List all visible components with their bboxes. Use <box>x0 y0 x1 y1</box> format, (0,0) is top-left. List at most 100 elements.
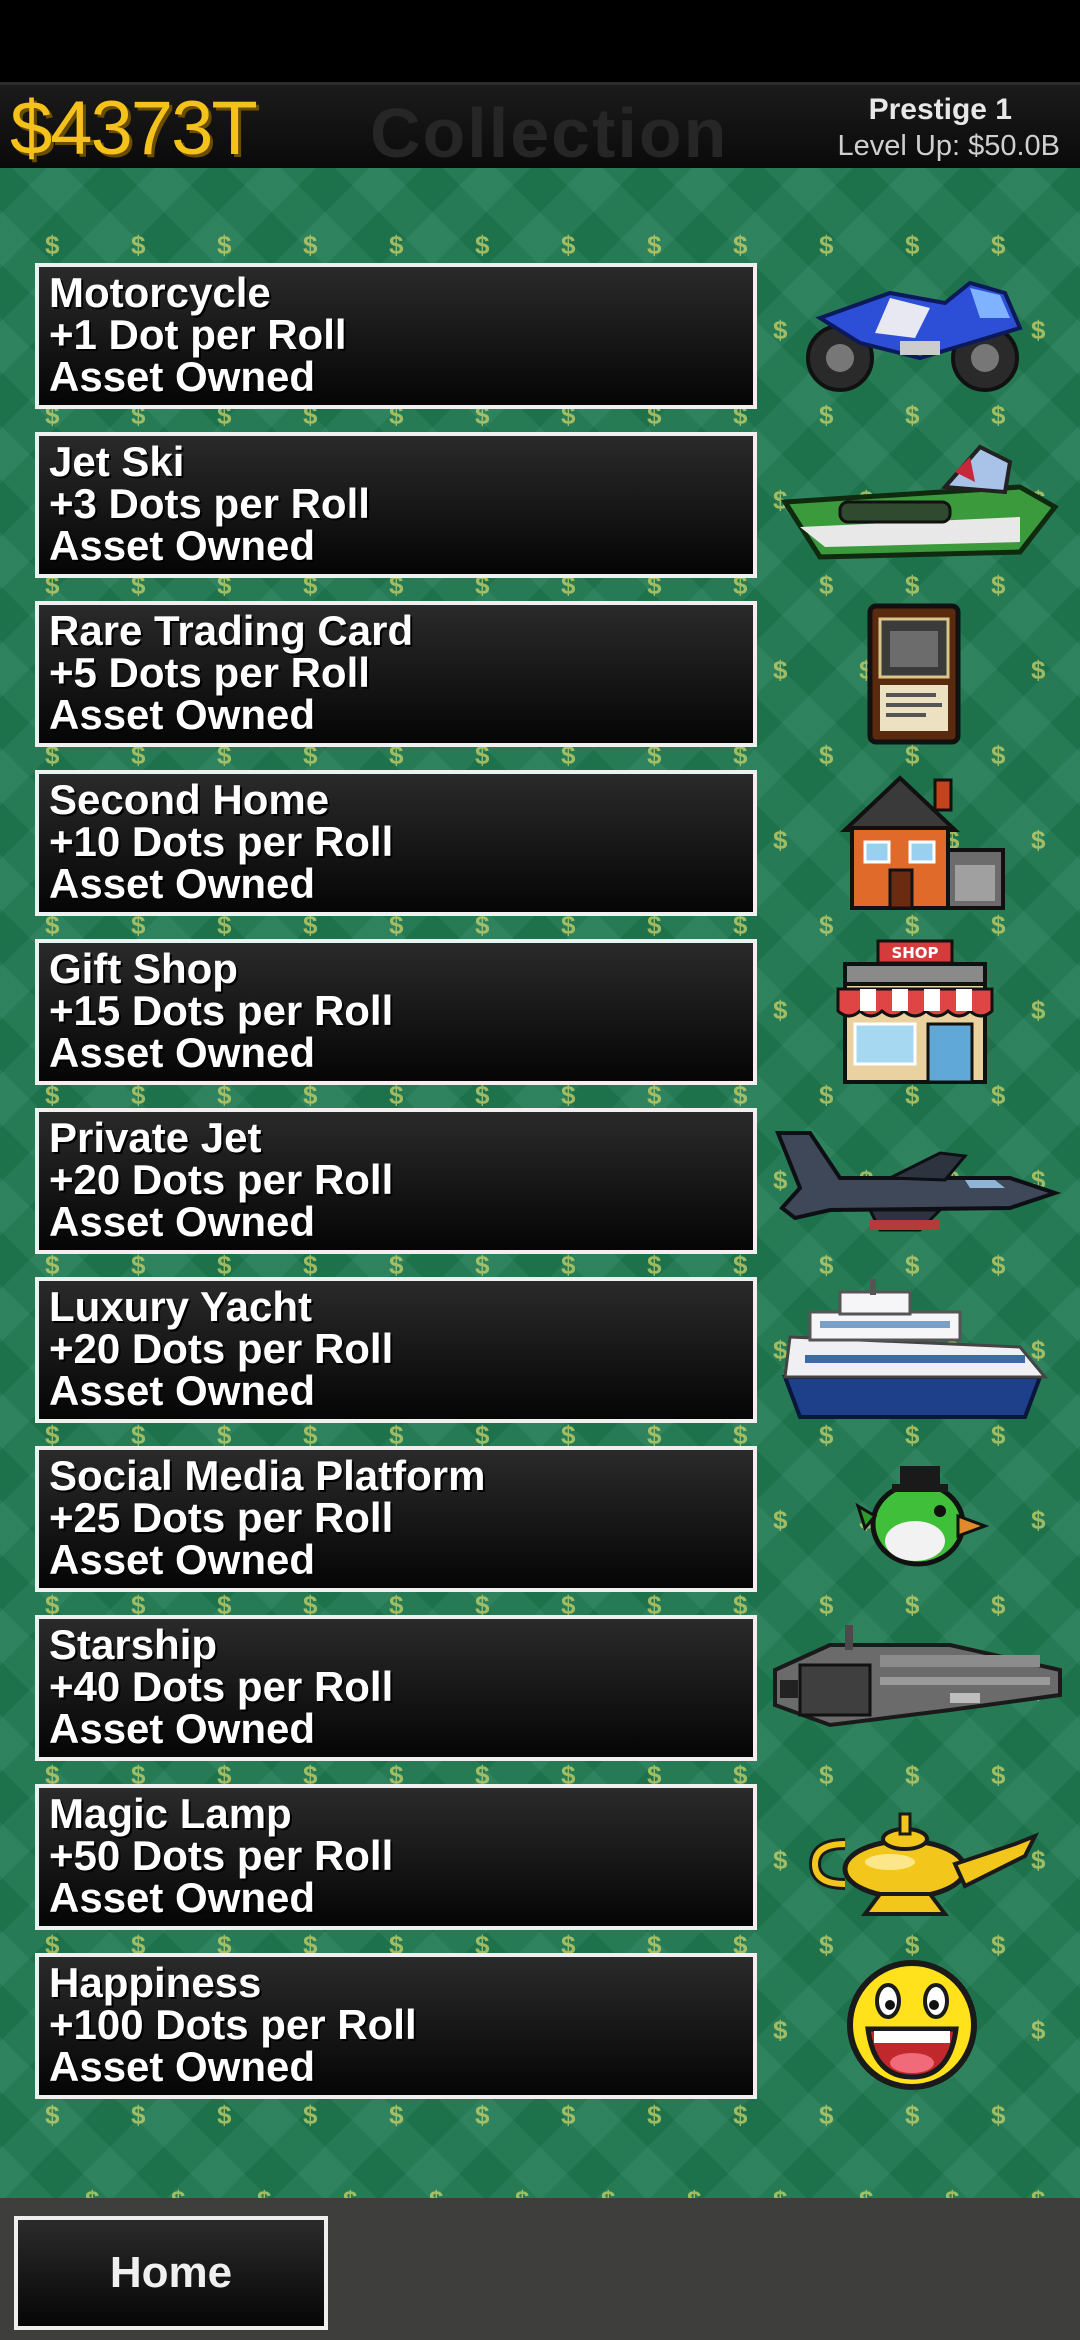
asset-bonus: +10 Dots per Roll <box>49 818 394 865</box>
jet-icon <box>775 1131 1062 1232</box>
dollar-pattern-icon: $ <box>303 230 318 260</box>
smiley-face-icon <box>847 1960 977 2090</box>
asset-status: Asset Owned <box>49 353 316 400</box>
dollar-pattern-icon: $ <box>733 2100 748 2130</box>
asset-status: Asset Owned <box>49 522 316 569</box>
jet-ski-icon <box>780 444 1059 560</box>
home-button[interactable]: Home <box>14 2216 328 2330</box>
bird-icon <box>855 1466 990 1567</box>
asset-bonus: +3 Dots per Roll <box>49 480 370 527</box>
asset-bonus: +100 Dots per Roll <box>49 2001 417 2048</box>
dollar-pattern-icon: $ <box>601 2185 615 2198</box>
asset-row-second-home[interactable]: Second Home +10 Dots per Roll Asset Owne… <box>0 770 1080 916</box>
asset-row-private-jet[interactable]: Private Jet +20 Dots per Roll Asset Owne… <box>0 1108 1080 1254</box>
asset-row-social-media-platform[interactable]: Social Media Platform +25 Dots per Roll … <box>0 1446 1080 1592</box>
asset-row-starship[interactable]: Starship +40 Dots per Roll Asset Owned <box>0 1615 1080 1761</box>
dollar-pattern-icon: $ <box>45 2100 60 2130</box>
asset-name: Luxury Yacht <box>49 1283 312 1330</box>
collection-list[interactable]: $ $ $ $ $ $ $ $ $ $ $ $ $ $ $ $ $ $ $ $ $ $ $ $ $ $ $ $ $ $ $ $ $ $ $ $ $ $ $ $… <box>0 168 1080 2198</box>
asset-card[interactable]: Social Media Platform +25 Dots per Roll … <box>35 1446 757 1592</box>
asset-name: Starship <box>49 1621 218 1668</box>
prestige-level: Prestige 1 <box>640 93 1012 127</box>
asset-row-jet-ski[interactable]: Jet Ski +3 Dots per Roll Asset Owned <box>0 432 1080 578</box>
status-bar <box>0 0 1080 82</box>
dollar-pattern-icon: $ <box>217 230 232 260</box>
dollar-pattern-icon: $ <box>217 2100 232 2130</box>
money-counter: $4373T <box>10 86 258 171</box>
asset-name: Social Media Platform <box>49 1452 486 1499</box>
asset-row-gift-shop[interactable]: Gift Shop +15 Dots per Roll Asset Owned … <box>0 939 1080 1085</box>
svg-text:SHOP: SHOP <box>891 944 938 962</box>
asset-card[interactable]: Luxury Yacht +20 Dots per Roll Asset Own… <box>35 1277 757 1423</box>
dollar-pattern-icon: $ <box>561 2100 576 2130</box>
dollar-pattern-icon: $ <box>905 230 920 260</box>
dollar-pattern-icon: $ <box>819 230 834 260</box>
dollar-pattern-icon: $ <box>991 230 1006 260</box>
asset-card[interactable]: Happiness +100 Dots per Roll Asset Owned <box>35 1953 757 2099</box>
dollar-pattern-icon: $ <box>515 2185 529 2198</box>
asset-status: Asset Owned <box>49 1705 316 1752</box>
asset-name: Gift Shop <box>49 945 238 992</box>
starship-icon <box>773 1625 1062 1728</box>
asset-name: Happiness <box>49 1959 262 2006</box>
asset-bonus: +15 Dots per Roll <box>49 987 394 1034</box>
asset-card[interactable]: Magic Lamp +50 Dots per Roll Asset Owned <box>35 1784 757 1930</box>
asset-card[interactable]: Private Jet +20 Dots per Roll Asset Owne… <box>35 1108 757 1254</box>
dollar-pattern-icon: $ <box>429 2185 443 2198</box>
asset-bonus: +20 Dots per Roll <box>49 1325 394 1372</box>
level-up-cost: Level Up: $50.0B <box>837 130 1060 162</box>
asset-bonus: +20 Dots per Roll <box>49 1156 394 1203</box>
dollar-pattern-icon: $ <box>859 2185 873 2198</box>
dollar-pattern-icon: $ <box>733 230 748 260</box>
dollar-pattern-icon: $ <box>819 2100 834 2130</box>
asset-bonus: +40 Dots per Roll <box>49 1663 394 1710</box>
dollar-pattern-icon: $ <box>687 2185 701 2198</box>
dollar-pattern-icon: $ <box>85 2185 99 2198</box>
asset-bonus: +1 Dot per Roll <box>49 311 347 358</box>
asset-bonus: +5 Dots per Roll <box>49 649 370 696</box>
dollar-pattern-icon: $ <box>389 2100 404 2130</box>
magic-lamp-icon <box>808 1812 1040 1916</box>
asset-status: Asset Owned <box>49 1198 316 1245</box>
asset-status: Asset Owned <box>49 1367 316 1414</box>
dollar-pattern-icon: $ <box>905 2100 920 2130</box>
asset-row-happiness[interactable]: Happiness +100 Dots per Roll Asset Owned <box>0 1953 1080 2099</box>
dollar-pattern-icon: $ <box>131 2100 146 2130</box>
asset-card[interactable]: Starship +40 Dots per Roll Asset Owned <box>35 1615 757 1761</box>
dollar-pattern-icon: $ <box>991 2100 1006 2130</box>
asset-row-luxury-yacht[interactable]: Luxury Yacht +20 Dots per Roll Asset Own… <box>0 1277 1080 1423</box>
asset-bonus: +25 Dots per Roll <box>49 1494 394 1541</box>
asset-row-trading-card[interactable]: Rare Trading Card +5 Dots per Roll Asset… <box>0 601 1080 747</box>
dollar-pattern-icon: $ <box>475 230 490 260</box>
dollar-pattern-icon: $ <box>343 2185 357 2198</box>
bottom-bar: Home <box>0 2198 1080 2340</box>
asset-card[interactable]: Gift Shop +15 Dots per Roll Asset Owned <box>35 939 757 1085</box>
asset-status: Asset Owned <box>49 860 316 907</box>
asset-card[interactable]: Rare Trading Card +5 Dots per Roll Asset… <box>35 601 757 747</box>
dollar-pattern-icon: $ <box>131 230 146 260</box>
asset-card[interactable]: Motorcycle +1 Dot per Roll Asset Owned <box>35 263 757 409</box>
asset-status: Asset Owned <box>49 2043 316 2090</box>
dollar-pattern-icon: $ <box>647 230 662 260</box>
asset-row-magic-lamp[interactable]: Magic Lamp +50 Dots per Roll Asset Owned <box>0 1784 1080 1930</box>
dollar-pattern-icon: $ <box>647 2100 662 2130</box>
asset-name: Rare Trading Card <box>49 607 414 654</box>
asset-name: Second Home <box>49 776 330 823</box>
dollar-pattern-icon: $ <box>1031 2185 1045 2198</box>
dollar-pattern-icon: $ <box>303 2100 318 2130</box>
dollar-pattern-icon: $ <box>945 2185 959 2198</box>
dollar-pattern-icon: $ <box>45 230 60 260</box>
dollar-pattern-icon: $ <box>475 2100 490 2130</box>
asset-card[interactable]: Jet Ski +3 Dots per Roll Asset Owned <box>35 432 757 578</box>
asset-card[interactable]: Second Home +10 Dots per Roll Asset Owne… <box>35 770 757 916</box>
asset-bonus: +50 Dots per Roll <box>49 1832 394 1879</box>
asset-name: Magic Lamp <box>49 1790 292 1837</box>
asset-status: Asset Owned <box>49 691 316 738</box>
trading-card-icon <box>867 603 961 745</box>
asset-row-motorcycle[interactable]: Motorcycle +1 Dot per Roll Asset Owned <box>0 263 1080 409</box>
asset-name: Private Jet <box>49 1114 262 1161</box>
dollar-pattern-icon: $ <box>561 230 576 260</box>
asset-status: Asset Owned <box>49 1536 316 1583</box>
top-bar: $4373T Collection Prestige 1 Level Up: $… <box>0 82 1080 172</box>
asset-name: Jet Ski <box>49 438 185 485</box>
